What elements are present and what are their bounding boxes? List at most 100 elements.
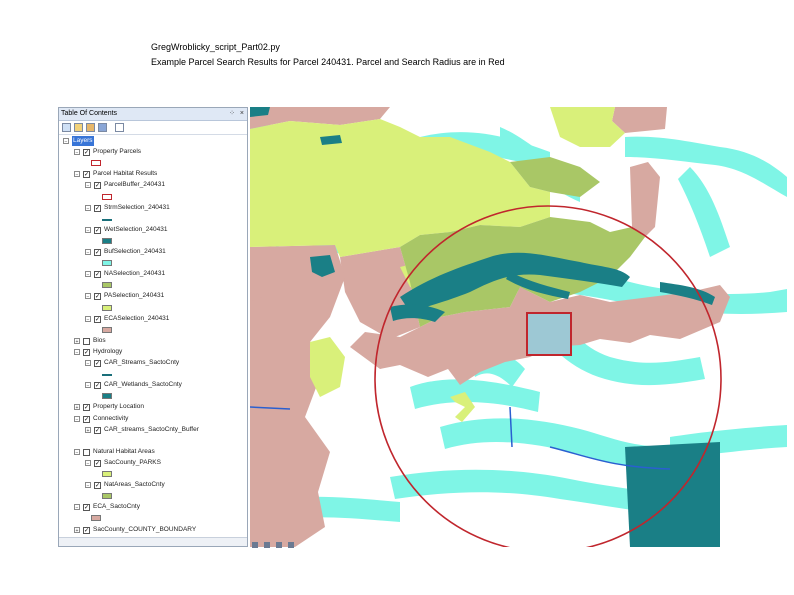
list-by-drawing-order-icon[interactable] [62,123,71,132]
layer-visibility-checkbox[interactable] [83,337,90,345]
layer-visibility-checkbox[interactable]: ✓ [94,359,101,367]
layer-visibility-checkbox[interactable]: ✓ [94,226,101,234]
toc-layer-row[interactable] [59,236,244,246]
layer-visibility-checkbox[interactable]: ✓ [83,415,90,423]
map-view[interactable] [250,107,787,547]
expand-toggle-icon[interactable]: − [74,149,80,156]
expand-toggle-icon[interactable]: − [85,316,91,323]
layer-visibility-checkbox[interactable]: ✓ [94,459,101,467]
expand-toggle-icon[interactable]: − [74,171,80,178]
expand-toggle-icon[interactable]: + [74,527,80,534]
layer-visibility-checkbox[interactable]: ✓ [83,403,90,411]
layout-view-icon[interactable] [264,542,270,548]
layer-name: NASelection_240431 [104,270,166,277]
expand-toggle-icon[interactable]: − [85,482,91,489]
list-by-source-icon[interactable] [74,123,83,132]
layer-visibility-checkbox[interactable]: ✓ [83,526,90,534]
toc-layer-row[interactable] [59,303,244,313]
toc-layer-row[interactable]: − ✓ NatAreas_SactoCnty [59,480,244,490]
layer-visibility-checkbox[interactable]: ✓ [83,148,90,156]
toc-layer-row[interactable] [59,192,244,202]
expand-toggle-icon[interactable]: − [63,138,69,145]
expand-toggle-icon[interactable]: − [74,416,80,423]
toc-layer-row[interactable]: + ✓ CAR_streams_SactoCnty_Buffer [59,425,244,435]
expand-toggle-icon[interactable]: + [74,404,80,411]
toc-layer-row[interactable]: − ✓ SacCounty_PARKS [59,458,244,468]
toc-layer-row[interactable]: + ✓ SacCounty_COUNTY_BOUNDARY [59,525,244,535]
toc-layer-row[interactable]: − ✓ Hydrology [59,347,244,357]
parcel-selection-box[interactable] [526,312,572,356]
expand-toggle-icon[interactable]: − [85,460,91,467]
expand-toggle-icon[interactable]: − [85,271,91,278]
layer-visibility-checkbox[interactable]: ✓ [94,426,101,434]
toc-layer-row[interactable] [59,258,244,268]
toc-layer-row[interactable]: − ✓ ECA_SactoCnty [59,502,244,512]
toc-layer-row[interactable]: − ✓ CAR_Wetlands_SactoCnty [59,380,244,390]
layer-visibility-checkbox[interactable]: ✓ [94,381,101,389]
toc-layer-row[interactable]: + Bios [59,336,244,346]
caption-script-name: GregWroblicky_script_Part02.py [151,42,280,52]
expand-toggle-icon[interactable]: + [85,427,91,434]
toc-layer-row[interactable] [59,491,244,501]
toc-layer-row[interactable]: − ✓ WetSelection_240431 [59,225,244,235]
layer-visibility-checkbox[interactable]: ✓ [94,181,101,189]
toc-layer-row[interactable] [59,436,244,446]
expand-toggle-icon[interactable]: − [74,349,80,356]
expand-toggle-icon[interactable]: − [74,504,80,511]
toc-layer-row[interactable] [59,280,244,290]
toc-layer-row[interactable]: − ✓ BufSelection_240431 [59,247,244,257]
options-icon[interactable] [115,123,124,132]
legend-symbol [102,327,112,333]
layer-visibility-checkbox[interactable] [83,448,90,456]
layer-name: PASelection_240431 [104,292,165,299]
layer-visibility-checkbox[interactable]: ✓ [94,481,101,489]
expand-toggle-icon[interactable]: − [85,360,91,367]
toc-layer-row[interactable] [59,513,244,523]
toc-layer-row[interactable] [59,325,244,335]
pin-icon[interactable]: ⁘ [229,108,235,120]
layer-name: CAR_streams_SactoCnty_Buffer [104,426,199,433]
toc-layer-row[interactable]: − ✓ ECASelection_240431 [59,314,244,324]
list-by-selection-icon[interactable] [98,123,107,132]
list-by-visibility-icon[interactable] [86,123,95,132]
toc-layer-row[interactable] [59,469,244,479]
toc-layer-row[interactable] [59,214,244,224]
toc-layer-row[interactable] [59,158,244,168]
expand-toggle-icon[interactable]: − [85,293,91,300]
expand-toggle-icon[interactable]: − [74,449,80,456]
close-icon[interactable]: × [240,108,244,120]
toc-layer-row[interactable]: − ✓ NASelection_240431 [59,269,244,279]
layer-visibility-checkbox[interactable]: ✓ [94,315,101,323]
toc-layer-row[interactable]: − ✓ StrmSelection_240431 [59,203,244,213]
layer-visibility-checkbox[interactable]: ✓ [94,248,101,256]
toc-layer-row[interactable]: − ✓ Property Parcels [59,147,244,157]
toc-layer-row[interactable]: − Natural Habitat Areas [59,447,244,457]
expand-toggle-icon[interactable]: + [74,338,80,345]
toc-layer-row[interactable]: − ✓ Parcel Habitat Results [59,169,244,179]
layer-visibility-checkbox[interactable]: ✓ [94,204,101,212]
expand-toggle-icon[interactable]: − [85,227,91,234]
layer-visibility-checkbox[interactable]: ✓ [94,270,101,278]
toc-layer-row[interactable]: − ✓ PASelection_240431 [59,291,244,301]
layer-visibility-checkbox[interactable]: ✓ [83,170,90,178]
toc-horizontal-scrollbar[interactable] [59,537,247,546]
toc-layer-row[interactable]: − ✓ Connectivity [59,414,244,424]
layer-name: Connectivity [93,415,129,422]
toc-layer-row[interactable] [59,369,244,379]
toc-layer-row[interactable] [59,391,244,401]
expand-toggle-icon[interactable]: − [85,205,91,212]
layer-visibility-checkbox[interactable]: ✓ [83,503,90,511]
expand-toggle-icon[interactable]: − [85,382,91,389]
data-view-icon[interactable] [252,542,258,548]
pause-drawing-icon[interactable] [288,542,294,548]
refresh-icon[interactable] [276,542,282,548]
toc-layer-row[interactable]: − ✓ CAR_Streams_SactoCnty [59,358,244,368]
toc-layer-row[interactable]: − Layers [59,136,244,146]
expand-toggle-icon[interactable]: − [85,182,91,189]
map-view-toolbar [250,537,310,548]
layer-visibility-checkbox[interactable]: ✓ [83,348,90,356]
layer-visibility-checkbox[interactable]: ✓ [94,292,101,300]
toc-layer-row[interactable]: + ✓ Property Location [59,402,244,412]
toc-layer-row[interactable]: − ✓ ParcelBuffer_240431 [59,180,244,190]
expand-toggle-icon[interactable]: − [85,249,91,256]
